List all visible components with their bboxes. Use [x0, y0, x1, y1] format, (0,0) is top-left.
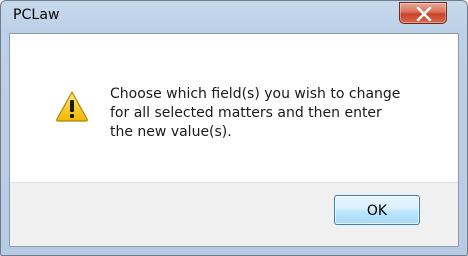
message-line: Choose which field(s) you wish to change — [110, 86, 401, 102]
dialog-window: PCLaw Choose which field(s) you wish to … — [0, 0, 468, 256]
message-area: Choose which field(s) you wish to change… — [10, 34, 458, 182]
message-line: for all selected matters and then enter — [110, 105, 382, 121]
ok-button[interactable]: OK — [334, 195, 420, 225]
close-button[interactable] — [399, 2, 447, 24]
dialog-body: Choose which field(s) you wish to change… — [9, 33, 459, 247]
warning-icon — [56, 91, 88, 122]
window-title: PCLaw — [13, 7, 60, 23]
dialog-message: Choose which field(s) you wish to change… — [110, 85, 440, 142]
close-icon — [416, 7, 432, 21]
message-line: the new value(s). — [110, 124, 232, 140]
title-bar[interactable]: PCLaw — [1, 1, 467, 33]
button-bar: OK — [10, 182, 458, 246]
